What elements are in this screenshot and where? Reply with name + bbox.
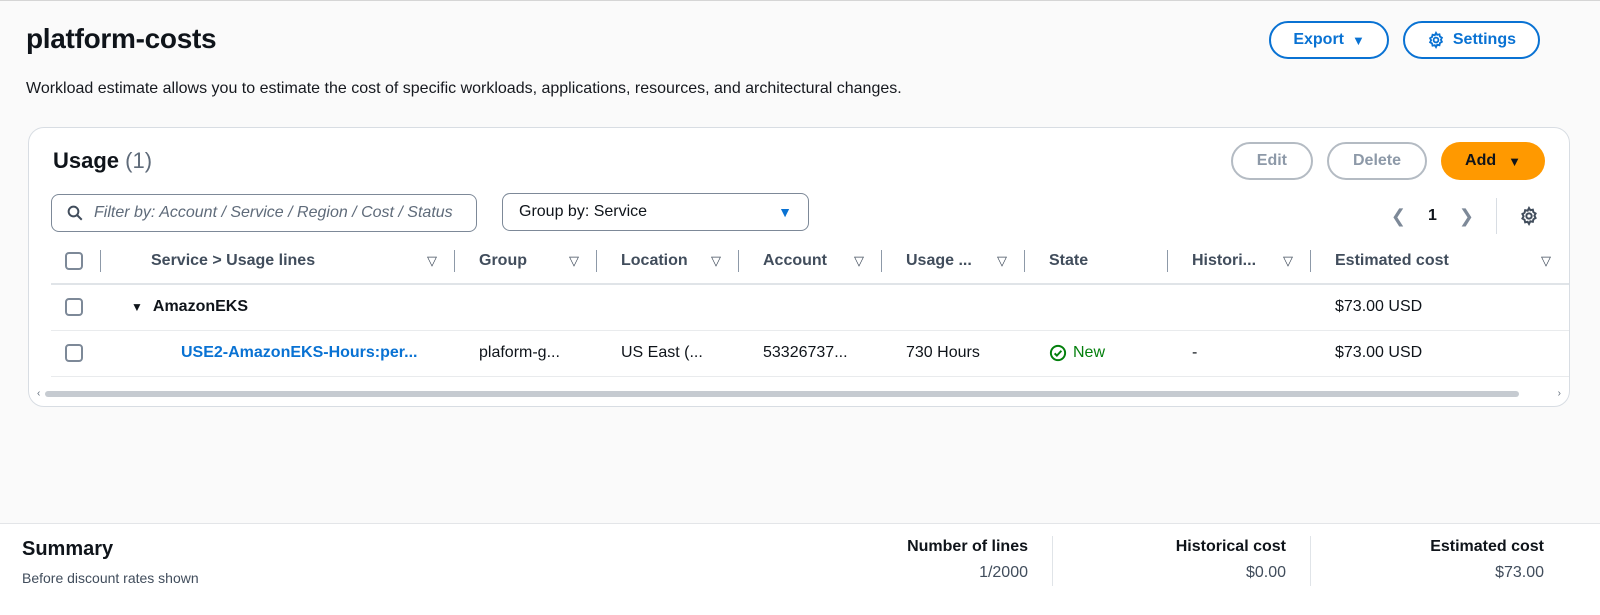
horizontal-scrollbar[interactable]: ‹ › xyxy=(37,388,1561,400)
caret-down-icon: ▼ xyxy=(1508,153,1521,169)
col-estimated[interactable]: Estimated cost ▽ xyxy=(1311,238,1569,285)
delete-button[interactable]: Delete xyxy=(1326,142,1428,180)
summary-historical-label: Historical cost xyxy=(1175,538,1286,555)
filter-input[interactable] xyxy=(94,204,464,222)
export-label: Export xyxy=(1293,31,1344,48)
sort-icon[interactable]: ▽ xyxy=(1541,253,1551,269)
col-service[interactable]: Service > Usage lines ▽ xyxy=(101,238,455,285)
group-by-value: Group by: Service xyxy=(519,203,648,220)
sort-icon[interactable]: ▽ xyxy=(427,253,437,269)
edit-button[interactable]: Edit xyxy=(1230,142,1313,180)
add-button[interactable]: Add ▼ xyxy=(1441,142,1545,180)
row-checkbox[interactable] xyxy=(65,344,83,362)
row-account: 53326737... xyxy=(739,330,882,377)
row-estimated: $73.00 USD xyxy=(1311,330,1569,377)
summary-lines-label: Number of lines xyxy=(907,538,1028,555)
pagination-divider xyxy=(1496,198,1497,234)
table-header-row: Service > Usage lines ▽ Group ▽ Location ▽ … xyxy=(51,238,1569,285)
sort-icon[interactable]: ▽ xyxy=(569,253,579,269)
usage-actions: Edit Delete Add ▼ xyxy=(1230,142,1545,180)
chevron-left-icon[interactable]: ‹ xyxy=(37,388,40,399)
caret-down-icon: ▼ xyxy=(1352,32,1365,48)
group-by-select[interactable]: Group by: Service ▼ xyxy=(502,193,809,231)
col-historical[interactable]: Histori... ▽ xyxy=(1168,238,1311,285)
group-row[interactable]: ▼ AmazonEKS $73.00 USD xyxy=(51,284,1569,331)
row-usage: 730 Hours xyxy=(882,330,1025,377)
summary-estimated-label: Estimated cost xyxy=(1430,538,1544,555)
summary-bar: Summary Before discount rates shown Numb… xyxy=(0,523,1600,615)
row-checkbox[interactable] xyxy=(65,298,83,317)
search-icon xyxy=(67,205,83,221)
scrollbar-thumb[interactable] xyxy=(45,391,1519,397)
gear-icon[interactable] xyxy=(1519,206,1539,226)
chevron-right-icon[interactable]: ❯ xyxy=(1459,206,1474,227)
sort-icon[interactable]: ▽ xyxy=(854,253,864,269)
summary-divider xyxy=(1310,536,1311,586)
summary-historical-value: $0.00 xyxy=(1245,564,1286,581)
caret-down-icon[interactable]: ▼ xyxy=(131,300,143,314)
row-group: plaform-g... xyxy=(455,330,597,377)
col-group[interactable]: Group ▽ xyxy=(455,238,597,285)
add-label: Add xyxy=(1465,152,1497,169)
summary-estimated-value: $73.00 xyxy=(1495,564,1544,581)
settings-label: Settings xyxy=(1452,31,1516,48)
group-name: AmazonEKS xyxy=(152,298,249,316)
summary-divider xyxy=(1052,536,1053,586)
select-all-cell xyxy=(51,238,101,285)
usage-panel: Usage (1) Edit Delete Add ▼ Group by: Se… xyxy=(28,127,1570,407)
usage-title-text: Usage xyxy=(53,148,120,173)
sort-icon[interactable]: ▽ xyxy=(1283,253,1293,269)
page-description: Workload estimate allows you to estimate… xyxy=(26,80,902,97)
status-text: New xyxy=(1073,344,1106,361)
summary-lines: Number of lines 1/2000 xyxy=(907,538,1028,582)
usage-title: Usage (1) xyxy=(53,148,152,174)
page-number[interactable]: 1 xyxy=(1428,207,1437,225)
col-state[interactable]: State xyxy=(1025,238,1168,285)
summary-subtitle: Before discount rates shown xyxy=(22,570,199,586)
col-location[interactable]: Location ▽ xyxy=(597,238,739,285)
summary-estimated: Estimated cost $73.00 xyxy=(1430,538,1544,582)
row-historical: - xyxy=(1168,330,1311,377)
chevron-left-icon[interactable]: ❮ xyxy=(1391,206,1406,227)
usage-table: Service > Usage lines ▽ Group ▽ Location ▽ … xyxy=(51,238,1569,377)
sort-icon[interactable]: ▽ xyxy=(997,253,1007,269)
group-estimated-cost: $73.00 USD xyxy=(1311,284,1569,331)
usage-line-link[interactable]: USE2-AmazonEKS-Hours:per... xyxy=(181,344,417,361)
chevron-right-icon[interactable]: › xyxy=(1558,388,1561,399)
sort-icon[interactable]: ▽ xyxy=(711,253,721,269)
status-badge: New xyxy=(1049,344,1168,362)
gear-icon xyxy=(1428,31,1443,49)
header-actions: Export ▼ Settings xyxy=(1269,21,1540,59)
summary-lines-value: 1/2000 xyxy=(979,564,1028,581)
col-usage[interactable]: Usage ... ▽ xyxy=(882,238,1025,285)
col-account[interactable]: Account ▽ xyxy=(739,238,882,285)
usage-count: (1) xyxy=(125,148,153,173)
settings-button[interactable]: Settings xyxy=(1402,21,1540,59)
export-button[interactable]: Export ▼ xyxy=(1269,21,1389,59)
table-row[interactable]: USE2-AmazonEKS-Hours:per... plaform-g...… xyxy=(51,330,1569,377)
summary-historical: Historical cost $0.00 xyxy=(1176,538,1286,582)
summary-title: Summary xyxy=(22,538,114,560)
row-location: US East (... xyxy=(597,330,739,377)
filter-field[interactable] xyxy=(51,194,477,232)
pagination: ❮ 1 ❯ xyxy=(1391,198,1539,234)
caret-down-icon: ▼ xyxy=(778,204,792,220)
select-all-checkbox[interactable] xyxy=(65,251,83,270)
check-circle-icon xyxy=(1049,344,1067,362)
